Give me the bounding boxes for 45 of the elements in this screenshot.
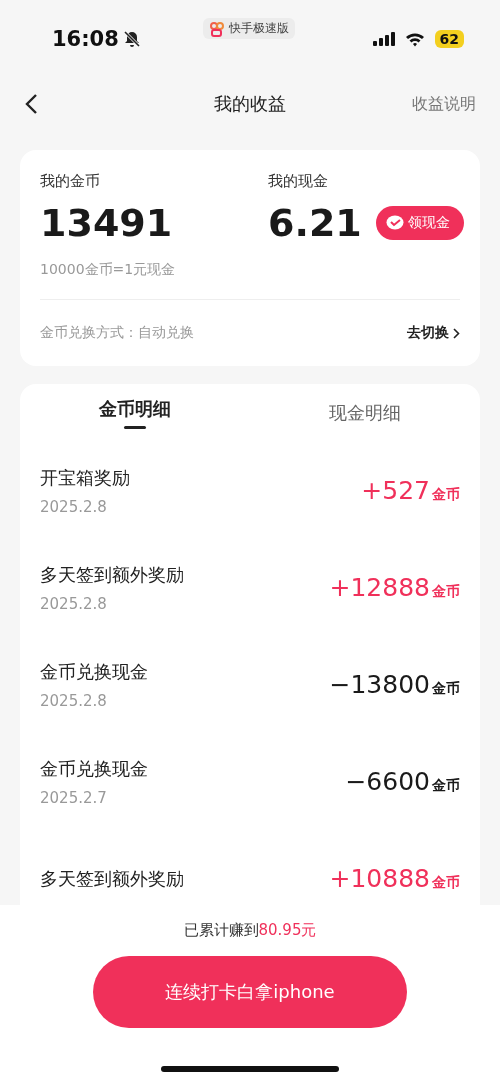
- record-unit: 金币: [432, 874, 460, 892]
- record-date: 2025.2.8: [40, 497, 108, 516]
- record-title: 开宝箱奖励: [40, 465, 130, 490]
- record-amount: −13800: [329, 670, 430, 699]
- record-date: 2025.2.7: [40, 788, 108, 807]
- earned-amount: 80.95元: [258, 921, 317, 940]
- coins-label: 我的金币: [40, 172, 101, 191]
- back-icon[interactable]: [24, 93, 38, 115]
- record-unit: 金币: [432, 777, 460, 795]
- withdraw-button[interactable]: 领现金: [375, 206, 464, 240]
- cash-label: 我的现金: [268, 172, 329, 191]
- exchange-mode: 金币兑换方式：自动兑换: [40, 324, 194, 342]
- app-logo-icon: [209, 20, 225, 37]
- record-amount: +12888: [329, 573, 430, 602]
- tab[interactable]: 现金明细: [250, 384, 480, 442]
- switch-link[interactable]: 去切换: [407, 324, 460, 342]
- record-unit: 金币: [432, 680, 460, 698]
- record-amount: −6600: [345, 767, 430, 796]
- earnings-info-link[interactable]: 收益说明: [412, 93, 476, 115]
- record-unit: 金币: [432, 486, 460, 504]
- record-date: 2025.2.8: [40, 594, 108, 613]
- app-badge[interactable]: 快手极速版: [203, 18, 295, 39]
- page-title: 我的收益: [214, 92, 286, 116]
- cash-value: 6.21: [268, 201, 362, 245]
- coins-value: 13491: [40, 201, 173, 245]
- check-in-button[interactable]: 连续打卡白拿iphone: [93, 956, 407, 1028]
- wifi-icon: [404, 31, 425, 47]
- bell-muted-icon: [122, 30, 141, 48]
- tab[interactable]: 金币明细: [20, 384, 250, 442]
- clock-time: 16:08: [52, 27, 119, 51]
- record-date: 2025.2.8: [40, 691, 108, 710]
- record-title: 金币兑换现金: [40, 659, 148, 684]
- record-amount: +10888: [329, 864, 430, 893]
- record-unit: 金币: [432, 583, 460, 601]
- check-bubble-icon: [385, 215, 404, 231]
- app-name: 快手极速版: [229, 20, 289, 37]
- battery-level: 62: [434, 30, 464, 48]
- record-title: 多天签到额外奖励: [40, 866, 184, 891]
- signal-icon: [372, 32, 395, 46]
- chevron-right-icon: [453, 327, 460, 339]
- record-title: 多天签到额外奖励: [40, 562, 184, 587]
- exchange-rate: 10000金币=1元现金: [40, 261, 460, 300]
- record-amount: +527: [361, 476, 430, 505]
- record-title: 金币兑换现金: [40, 756, 148, 781]
- earned-label: 已累计赚到: [183, 921, 259, 940]
